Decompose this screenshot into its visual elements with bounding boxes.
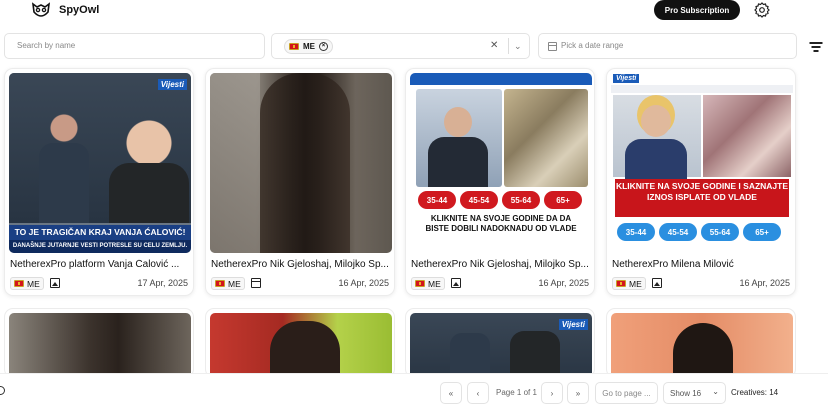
creative-title[interactable]: NetherexPro Milena Milović xyxy=(612,259,792,270)
country-badge: ME xyxy=(211,277,245,290)
creative-meta: ME 16 Apr, 2025 xyxy=(211,277,393,291)
creatives-count: Creatives: 14 xyxy=(731,388,779,397)
age-options: 35-44 45-54 55-64 65+ xyxy=(617,223,781,241)
age-option-button[interactable]: 55-64 xyxy=(502,191,540,209)
go-to-page-input[interactable]: Go to page ... xyxy=(595,382,658,404)
clear-icon[interactable]: ✕ xyxy=(490,40,498,51)
thumbnail-headline: TO JE TRAGIČAN KRAJ VANJA ĆALOVIĆ! xyxy=(9,225,191,240)
country-chip-label: ME xyxy=(303,42,315,51)
chevron-down-icon: ⌄ xyxy=(712,387,719,396)
date-range-placeholder: Pick a date range xyxy=(561,41,624,50)
search-input[interactable]: Search by name xyxy=(4,33,265,59)
creative-thumbnail[interactable] xyxy=(611,313,793,377)
creative-date: 17 Apr, 2025 xyxy=(137,278,188,288)
pagination-bar: « ‹ Page 1 of 1 › » Go to page ... Show … xyxy=(0,373,828,405)
top-bar: SpyOwl Pro Subscription xyxy=(0,0,828,28)
age-option-button[interactable]: 45-54 xyxy=(659,223,697,241)
image-icon xyxy=(652,278,662,288)
creative-thumbnail[interactable] xyxy=(210,313,392,377)
image-icon xyxy=(451,278,461,288)
next-page-button[interactable]: › xyxy=(541,382,563,404)
creative-date: 16 Apr, 2025 xyxy=(338,278,389,288)
chevron-down-icon[interactable]: ⌄ xyxy=(508,38,522,54)
country-select[interactable]: ME × ✕ ⌄ xyxy=(271,33,530,59)
montenegro-flag-icon xyxy=(215,280,225,287)
country-badge: ME xyxy=(612,277,646,290)
creative-title[interactable]: NetherexPro Nik Gjeloshaj, Milojko Sp... xyxy=(411,259,591,270)
country-badge: ME xyxy=(411,277,445,290)
thumbnail-subline: DANAŠNJE JUTARNJE VESTI POTRESLE SU CELU… xyxy=(9,240,191,253)
first-page-button[interactable]: « xyxy=(440,382,462,404)
creative-thumbnail[interactable]: Vijesti xyxy=(410,313,592,377)
help-icon[interactable] xyxy=(0,386,5,395)
creative-card[interactable]: Vijesti KLIKNITE NA SVOJE GODINE I SAZNA… xyxy=(606,68,796,296)
creative-card[interactable]: Vijesti TO JE TRAGIČAN KRAJ VANJA ĆALOVI… xyxy=(4,68,194,296)
image-icon xyxy=(50,278,60,288)
creative-thumbnail[interactable]: 35-44 45-54 55-64 65+ KLIKNITE NA SVOJE … xyxy=(410,73,592,253)
creative-meta: ME 16 Apr, 2025 xyxy=(411,277,593,291)
country-chip[interactable]: ME × xyxy=(284,39,333,54)
montenegro-flag-icon xyxy=(14,280,24,287)
remove-chip-icon[interactable]: × xyxy=(319,42,328,51)
gear-icon[interactable] xyxy=(754,2,770,18)
creative-title[interactable]: NetherexPro Nik Gjeloshaj, Milojko Sp... xyxy=(211,259,391,270)
vijesti-logo: Vijesti xyxy=(613,74,640,83)
last-page-button[interactable]: » xyxy=(567,382,589,404)
thumbnail-headline: KLIKNITE NA SVOJE GODINE I SAZNAJTE IZNO… xyxy=(615,179,789,217)
country-badge: ME xyxy=(10,277,44,290)
filter-icon[interactable] xyxy=(809,42,822,52)
creative-meta: ME 17 Apr, 2025 xyxy=(10,277,192,291)
creative-thumbnail[interactable] xyxy=(210,73,392,253)
prev-page-button[interactable]: ‹ xyxy=(467,382,489,404)
age-option-button[interactable]: 55-64 xyxy=(701,223,739,241)
thumbnail-headline: KLIKNITE NA SVOJE GODINE DA DA BISTE DOB… xyxy=(425,214,577,233)
creative-date: 16 Apr, 2025 xyxy=(739,278,790,288)
country-badge-label: ME xyxy=(228,278,241,289)
video-icon xyxy=(251,278,261,288)
creative-card[interactable] xyxy=(606,308,796,378)
creative-thumbnail[interactable]: Vijesti KLIKNITE NA SVOJE GODINE I SAZNA… xyxy=(611,73,793,253)
montenegro-flag-icon xyxy=(415,280,425,287)
age-option-button[interactable]: 45-54 xyxy=(460,191,498,209)
filter-bar: Search by name ME × ✕ ⌄ Pick a date rang… xyxy=(0,33,828,59)
pro-subscription-button[interactable]: Pro Subscription xyxy=(654,0,740,20)
brand-name[interactable]: SpyOwl xyxy=(59,4,99,16)
page-info: Page 1 of 1 xyxy=(496,388,537,397)
montenegro-flag-icon xyxy=(289,43,299,50)
creative-thumbnail[interactable]: Vijesti TO JE TRAGIČAN KRAJ VANJA ĆALOVI… xyxy=(9,73,191,253)
owl-logo-icon[interactable] xyxy=(31,2,51,20)
creative-card[interactable]: NetherexPro Nik Gjeloshaj, Milojko Sp...… xyxy=(205,68,395,296)
age-option-button[interactable]: 65+ xyxy=(743,223,781,241)
creative-thumbnail[interactable] xyxy=(9,313,191,377)
country-badge-label: ME xyxy=(428,278,441,289)
creative-meta: ME 16 Apr, 2025 xyxy=(612,277,794,291)
montenegro-flag-icon xyxy=(616,280,626,287)
vijesti-logo: Vijesti xyxy=(558,319,588,330)
age-option-button[interactable]: 35-44 xyxy=(617,223,655,241)
age-option-button[interactable]: 35-44 xyxy=(418,191,456,209)
date-range-picker[interactable]: Pick a date range xyxy=(538,33,797,59)
country-badge-label: ME xyxy=(27,278,40,289)
age-option-button[interactable]: 65+ xyxy=(544,191,582,209)
calendar-icon xyxy=(548,42,557,51)
creative-date: 16 Apr, 2025 xyxy=(538,278,589,288)
page-size-label: Show 16 xyxy=(670,388,702,398)
creative-card[interactable]: Vijesti xyxy=(405,308,595,378)
page-size-select[interactable]: Show 16 ⌄ xyxy=(663,382,726,404)
vijesti-logo: Vijesti xyxy=(157,79,187,90)
country-badge-label: ME xyxy=(629,278,642,289)
creative-card[interactable] xyxy=(4,308,194,378)
creative-title[interactable]: NetherexPro platform Vanja Ćalović ... xyxy=(10,259,190,270)
creative-card[interactable]: 35-44 45-54 55-64 65+ KLIKNITE NA SVOJE … xyxy=(405,68,595,296)
creative-card[interactable] xyxy=(205,308,395,378)
age-options: 35-44 45-54 55-64 65+ xyxy=(418,191,582,209)
